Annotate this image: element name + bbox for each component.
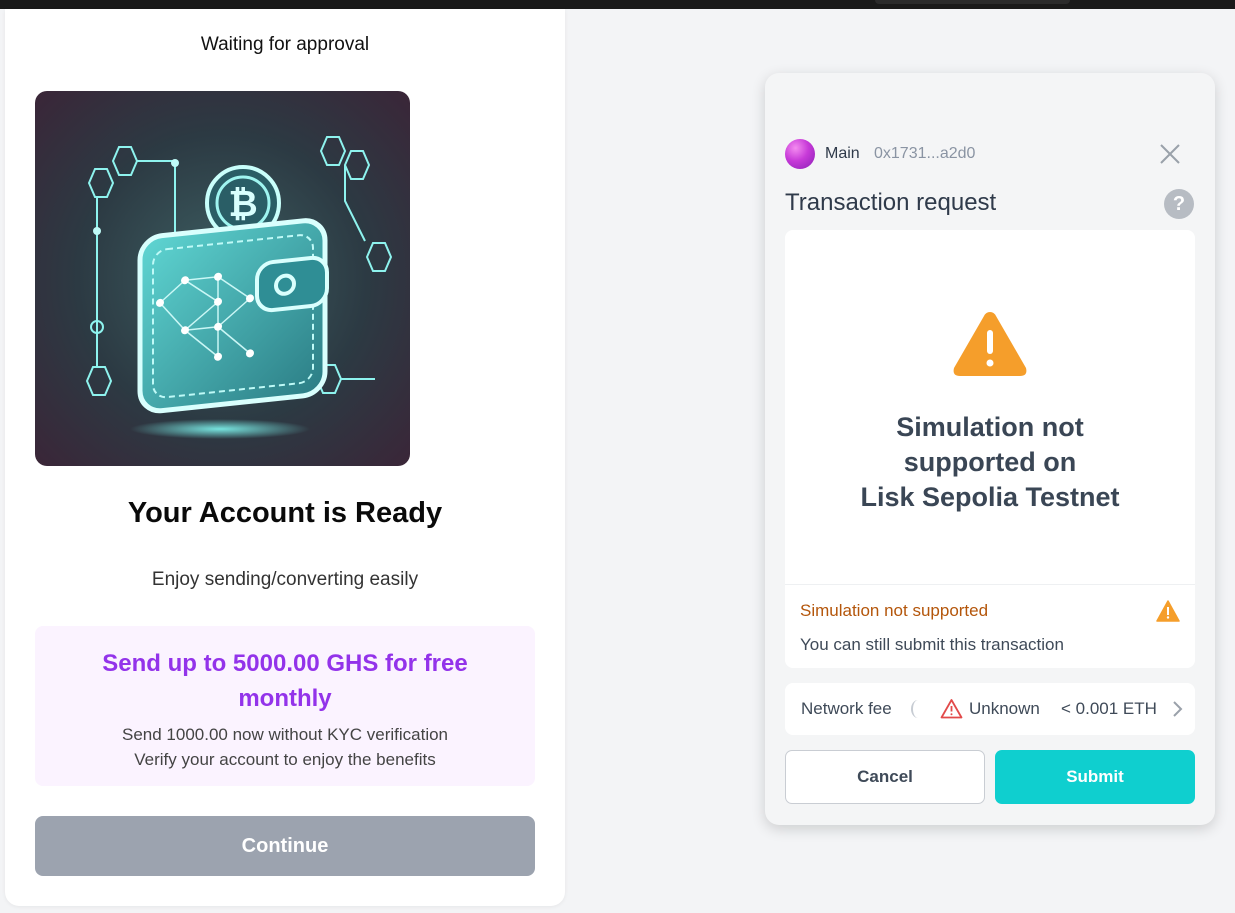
continue-button[interactable]: Continue (35, 816, 535, 876)
network-fee-row[interactable]: Network fee Unknown < 0.001 ETH (785, 683, 1195, 735)
account-avatar[interactable] (785, 139, 815, 169)
promo-line-verify: Verify your account to enjoy the benefit… (134, 750, 436, 769)
status-text: Waiting for approval (200, 34, 370, 55)
transaction-request-title: Transaction request (785, 189, 997, 216)
simulation-heading-line3: Lisk Sepolia Testnet (860, 482, 1120, 512)
promo-banner: Send up to 5000.00 GHS for free monthly … (35, 626, 535, 786)
loading-spinner-icon (911, 700, 925, 718)
submit-button[interactable]: Submit (995, 750, 1195, 804)
cancel-button[interactable]: Cancel (785, 750, 985, 804)
promo-title: Send up to 5000.00 GHS for free monthly (102, 650, 468, 712)
network-fee-amount: < 0.001 ETH (1061, 699, 1157, 718)
divider (785, 584, 1195, 585)
crypto-wallet-icon: ₿ (35, 91, 410, 466)
network-fee-label: Network fee (801, 699, 892, 718)
browser-top-bar (0, 0, 1235, 9)
small-warning-icon (1156, 600, 1180, 622)
wallet-illustration-image: ₿ (35, 91, 410, 466)
account-ready-title: Your Account is Ready (127, 497, 443, 529)
svg-text:₿: ₿ (228, 184, 257, 225)
simulation-detail: You can still submit this transaction (800, 635, 1064, 654)
help-icon[interactable]: ? (1164, 189, 1194, 219)
promo-line-kyc: Send 1000.00 now without KYC verificatio… (121, 725, 449, 744)
account-address[interactable]: 0x1731...a2d0 (874, 145, 975, 163)
browser-tab[interactable] (875, 0, 1070, 4)
simulation-heading-line2: supported on (903, 447, 1077, 477)
account-ready-subtitle: Enjoy sending/converting easily (151, 569, 419, 590)
wallet-transaction-popup: Main 0x1731...a2d0 Transaction request ?… (765, 73, 1215, 825)
simulation-heading: Simulation not supported on Lisk Sepolia… (785, 410, 1195, 515)
simulation-heading-line1: Simulation not (896, 412, 1084, 442)
warning-triangle-icon (953, 312, 1027, 376)
simulation-panel: Simulation not supported on Lisk Sepolia… (785, 230, 1195, 668)
alert-triangle-icon (940, 699, 963, 719)
close-icon[interactable] (1157, 141, 1183, 167)
simulation-notice: Simulation not supported (800, 601, 989, 620)
onboarding-card: Waiting for approval ₿ Your Account is R… (5, 9, 565, 906)
chevron-right-icon (1173, 701, 1183, 717)
account-name[interactable]: Main (825, 145, 860, 163)
network-fee-status: Unknown (969, 699, 1040, 718)
